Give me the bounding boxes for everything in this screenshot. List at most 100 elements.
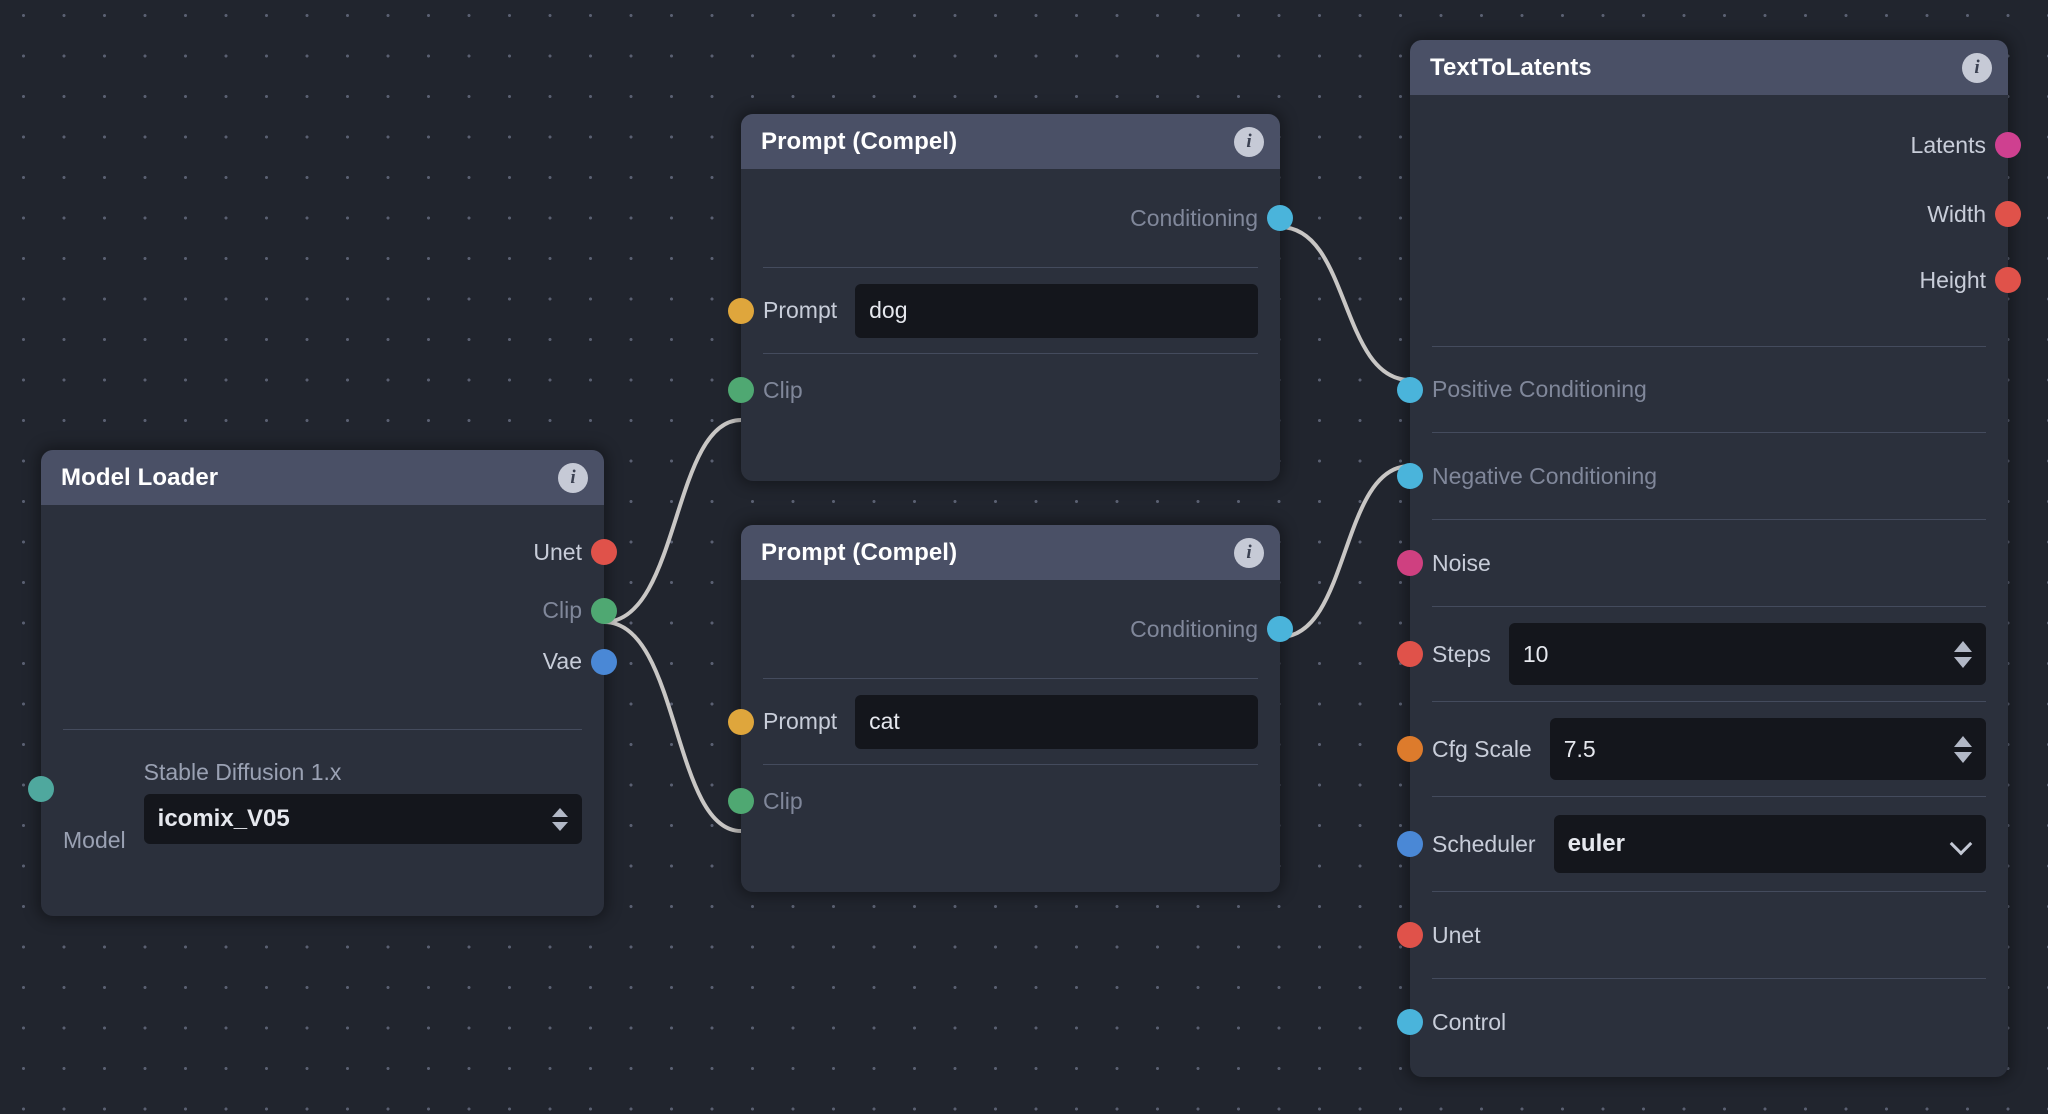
cfg-scale-value: 7.5 [1563, 735, 1596, 762]
input-row-positive-conditioning[interactable]: Positive Conditioning [1397, 347, 2008, 432]
input-label-control: Control [1432, 1008, 1507, 1035]
socket-prompt-input[interactable] [728, 297, 754, 324]
input-label-clip: Clip [763, 787, 803, 814]
node-title: Prompt (Compel) [761, 538, 958, 566]
chevron-up-icon[interactable] [552, 807, 568, 817]
node-header[interactable]: TextToLatents i [1410, 40, 2008, 95]
node-body: Conditioning Prompt dog Clip [728, 169, 1293, 426]
socket-steps-input[interactable] [1397, 641, 1423, 667]
output-row-unet[interactable]: Unet [41, 519, 617, 585]
output-row-width[interactable]: Width [1410, 181, 2021, 247]
socket-model-input[interactable] [28, 776, 54, 802]
scheduler-select[interactable]: euler [1553, 815, 1986, 873]
info-icon[interactable]: i [1234, 126, 1264, 157]
input-row-cfg-scale[interactable]: Cfg Scale 7.5 [1397, 702, 2008, 796]
output-row-clip[interactable]: Clip [41, 585, 617, 636]
node-model-loader[interactable]: Model Loader i Unet Clip Vae Model Stabl… [28, 450, 617, 916]
input-label-model: Model [63, 827, 126, 853]
info-icon[interactable]: i [1962, 52, 1992, 83]
socket-latents-output[interactable] [1995, 132, 2021, 158]
input-row-prompt[interactable]: Prompt cat [728, 679, 1280, 764]
socket-unet-input[interactable] [1397, 922, 1423, 948]
cfg-scale-stepper[interactable] [1954, 735, 1972, 763]
steps-number-input[interactable]: 10 [1508, 623, 1986, 685]
prompt-input-value: cat [869, 708, 900, 734]
stepper-up-icon[interactable] [1954, 735, 1972, 747]
stepper-up-icon[interactable] [1954, 640, 1972, 652]
socket-negative-conditioning-input[interactable] [1397, 463, 1423, 489]
socket-unet-output[interactable] [591, 539, 617, 565]
node-text-to-latents[interactable]: TextToLatents i Latents Width Height Pos… [1397, 40, 2021, 1077]
input-row-negative-conditioning[interactable]: Negative Conditioning [1397, 433, 2008, 519]
node-body: Conditioning Prompt cat Clip [728, 580, 1293, 837]
output-label-vae: Vae [542, 648, 582, 674]
output-label-conditioning: Conditioning [1130, 615, 1258, 642]
socket-positive-conditioning-input[interactable] [1397, 376, 1423, 403]
socket-vae-output[interactable] [591, 648, 617, 675]
output-row-height[interactable]: Height [1410, 247, 2021, 313]
model-select-stack: Stable Diffusion 1.x icomix_V05 [143, 759, 582, 870]
socket-clip-output[interactable] [591, 597, 617, 624]
output-row-conditioning[interactable]: Conditioning [741, 580, 1293, 678]
node-prompt-negative[interactable]: Prompt (Compel) i Conditioning Prompt ca… [728, 525, 1293, 892]
model-select[interactable]: icomix_V05 [143, 794, 582, 844]
output-label-clip: Clip [542, 597, 582, 623]
node-title: Model Loader [61, 463, 219, 491]
model-select-stepper-icon[interactable] [552, 807, 568, 831]
input-row-clip[interactable]: Clip [728, 354, 1280, 426]
input-label-unet: Unet [1432, 921, 1481, 948]
input-row-prompt[interactable]: Prompt dog [728, 268, 1280, 353]
input-label-negative-conditioning: Negative Conditioning [1432, 462, 1658, 489]
input-row-model[interactable]: Model Stable Diffusion 1.x icomix_V05 [28, 730, 604, 870]
cfg-scale-number-input[interactable]: 7.5 [1549, 718, 1986, 780]
stepper-down-icon[interactable] [1954, 656, 1972, 668]
input-label-positive-conditioning: Positive Conditioning [1432, 376, 1647, 402]
stepper-down-icon[interactable] [1954, 751, 1972, 763]
input-label-clip: Clip [763, 376, 803, 403]
socket-cfg-scale-input[interactable] [1397, 736, 1423, 762]
input-label-cfg-scale: Cfg Scale [1432, 735, 1532, 762]
socket-conditioning-output[interactable] [1267, 616, 1293, 642]
prompt-input[interactable]: dog [855, 283, 1258, 338]
steps-stepper[interactable] [1954, 640, 1972, 668]
socket-clip-input[interactable] [728, 788, 754, 814]
node-header[interactable]: Prompt (Compel) i [741, 114, 1280, 169]
output-row-vae[interactable]: Vae [41, 636, 617, 687]
node-title: TextToLatents [1430, 53, 1592, 81]
input-label-scheduler: Scheduler [1432, 830, 1536, 857]
input-row-clip[interactable]: Clip [728, 765, 1280, 837]
socket-noise-input[interactable] [1397, 550, 1423, 576]
node-body: Unet Clip Vae Model Stable Diffusion 1.x… [28, 519, 617, 870]
input-label-prompt: Prompt [763, 297, 838, 323]
info-icon[interactable]: i [1234, 537, 1264, 568]
output-row-latents[interactable]: Latents [1410, 109, 2021, 181]
socket-scheduler-input[interactable] [1397, 831, 1423, 857]
node-prompt-positive[interactable]: Prompt (Compel) i Conditioning Prompt do… [728, 114, 1293, 481]
socket-width-output[interactable] [1995, 201, 2021, 227]
input-row-unet[interactable]: Unet [1397, 892, 2008, 978]
socket-prompt-input[interactable] [728, 708, 754, 735]
input-row-control[interactable]: Control [1397, 979, 2008, 1065]
output-label-latents: Latents [1910, 131, 1986, 158]
input-label-prompt: Prompt [763, 708, 838, 734]
node-header[interactable]: Prompt (Compel) i [741, 525, 1280, 580]
node-header[interactable]: Model Loader i [41, 450, 604, 505]
socket-clip-input[interactable] [728, 377, 754, 403]
prompt-input-value: dog [869, 297, 908, 323]
steps-value: 10 [1522, 640, 1549, 667]
input-row-steps[interactable]: Steps 10 [1397, 607, 2008, 701]
socket-conditioning-output[interactable] [1267, 205, 1293, 231]
info-icon[interactable]: i [558, 462, 588, 493]
socket-height-output[interactable] [1995, 267, 2021, 293]
output-row-conditioning[interactable]: Conditioning [741, 169, 1293, 267]
chevron-down-icon[interactable] [1952, 834, 1972, 854]
socket-control-input[interactable] [1397, 1009, 1423, 1035]
prompt-input[interactable]: cat [855, 694, 1258, 749]
base-model-label: Stable Diffusion 1.x [143, 759, 342, 785]
output-label-unet: Unet [533, 538, 582, 565]
input-label-noise: Noise [1432, 549, 1491, 576]
input-row-scheduler[interactable]: Scheduler euler [1397, 797, 2008, 891]
node-body: Latents Width Height Positive Conditioni… [1397, 109, 2021, 1065]
chevron-down-icon[interactable] [552, 821, 568, 831]
input-row-noise[interactable]: Noise [1397, 520, 2008, 606]
